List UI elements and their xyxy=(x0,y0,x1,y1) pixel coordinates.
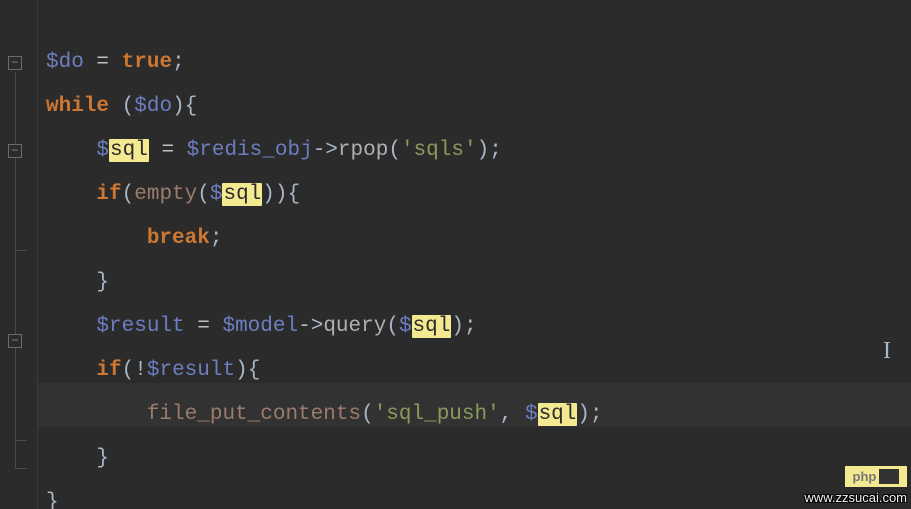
punct: ( xyxy=(122,359,135,382)
punct: { xyxy=(288,183,301,206)
space xyxy=(109,95,122,118)
fold-end xyxy=(15,250,27,251)
string: 'sqls' xyxy=(401,139,477,162)
operator-not: ! xyxy=(134,359,147,382)
punct: { xyxy=(185,95,198,118)
method: query xyxy=(323,315,386,338)
keyword-while: while xyxy=(46,95,109,118)
search-highlight: sql xyxy=(222,183,262,206)
badge-box xyxy=(879,469,899,484)
punct: } xyxy=(46,491,59,509)
punct: ; xyxy=(172,51,185,74)
string: 'sql_push' xyxy=(374,403,500,426)
search-highlight: sql xyxy=(109,139,149,162)
punct: ; xyxy=(489,139,502,162)
fold-guide xyxy=(15,72,16,468)
variable: $do xyxy=(46,51,84,74)
variable: $ xyxy=(525,403,538,426)
keyword-if: if xyxy=(96,183,121,206)
punct: ) xyxy=(172,95,185,118)
function: empty xyxy=(134,183,197,206)
logo-badge: php xyxy=(845,466,907,487)
punct: ( xyxy=(361,403,374,426)
code-editor[interactable]: − − − $do = true; while ($do){ $sql = $r… xyxy=(0,0,911,509)
fold-toggle-icon[interactable]: − xyxy=(8,334,22,348)
punct: ; xyxy=(210,227,223,250)
variable: $redis_obj xyxy=(187,139,313,162)
variable: $ xyxy=(399,315,412,338)
variable: $model xyxy=(222,315,298,338)
punct: ) xyxy=(275,183,288,206)
punct: } xyxy=(96,271,109,294)
punct: ) xyxy=(451,315,464,338)
variable: $result xyxy=(147,359,235,382)
variable: $do xyxy=(134,95,172,118)
fold-end xyxy=(15,468,27,469)
punct: ( xyxy=(388,139,401,162)
arrow-operator: -> xyxy=(298,315,323,338)
keyword-true: true xyxy=(122,51,172,74)
punct: { xyxy=(248,359,261,382)
operator: = xyxy=(84,51,122,74)
punct: ( xyxy=(386,315,399,338)
punct: } xyxy=(96,447,109,470)
punct: ( xyxy=(122,95,135,118)
punct: ) xyxy=(477,139,490,162)
fold-toggle-icon[interactable]: − xyxy=(8,56,22,70)
punct: ; xyxy=(464,315,477,338)
variable: $ xyxy=(96,139,109,162)
variable: $ xyxy=(210,183,223,206)
punct: , xyxy=(500,403,525,426)
operator: = xyxy=(149,139,187,162)
keyword-break: break xyxy=(147,227,210,250)
search-highlight: sql xyxy=(538,403,578,426)
punct: ( xyxy=(197,183,210,206)
method: rpop xyxy=(338,139,388,162)
punct: ) xyxy=(262,183,275,206)
code-content[interactable]: $do = true; while ($do){ $sql = $redis_o… xyxy=(46,0,911,509)
punct: ) xyxy=(577,403,590,426)
function: file_put_contents xyxy=(147,403,361,426)
text-cursor-icon: I xyxy=(883,338,891,365)
gutter: − − − xyxy=(0,0,38,509)
search-highlight: sql xyxy=(412,315,452,338)
badge-text: php xyxy=(853,469,877,484)
operator: = xyxy=(185,315,223,338)
punct: ( xyxy=(122,183,135,206)
keyword-if: if xyxy=(96,359,121,382)
punct: ) xyxy=(235,359,248,382)
variable: $result xyxy=(96,315,184,338)
punct: ; xyxy=(590,403,603,426)
fold-end xyxy=(15,440,27,441)
watermark: www.zzsucai.com xyxy=(804,490,907,505)
arrow-operator: -> xyxy=(313,139,338,162)
fold-toggle-icon[interactable]: − xyxy=(8,144,22,158)
